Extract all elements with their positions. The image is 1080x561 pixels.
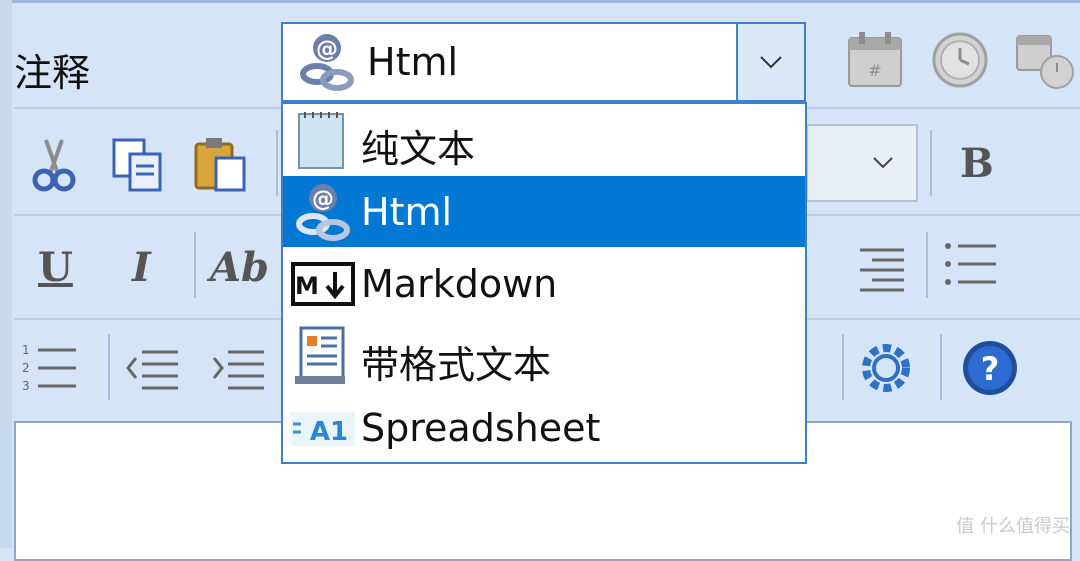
underline-button[interactable]: U — [38, 244, 73, 291]
cut-icon[interactable] — [24, 134, 84, 194]
markdown-icon: M — [291, 262, 355, 306]
gear-icon[interactable] — [856, 338, 916, 398]
bullet-list-icon[interactable] — [940, 234, 1000, 294]
toolbar-separator — [926, 232, 928, 298]
format-option-label: Markdown — [361, 262, 558, 306]
numbered-list-icon[interactable]: 1 2 3 — [20, 338, 80, 398]
font-style-button[interactable]: Ab — [210, 244, 269, 291]
calendar-clock-icon[interactable] — [1015, 30, 1075, 90]
format-select[interactable]: @ Html — [281, 22, 806, 102]
format-option-spreadsheet[interactable]: A1 Spreadsheet — [283, 392, 805, 463]
toolbar-separator — [940, 334, 942, 400]
svg-text:2: 2 — [22, 361, 30, 375]
toolbar-separator — [194, 232, 196, 298]
left-border-strip — [0, 0, 12, 548]
svg-text:A1: A1 — [310, 417, 348, 447]
format-option-label: Spreadsheet — [361, 406, 601, 450]
toolbar-separator — [108, 334, 110, 400]
indent-icon[interactable] — [208, 338, 268, 398]
format-select-dropdown-button[interactable] — [736, 24, 804, 100]
svg-text:@: @ — [316, 37, 338, 62]
format-option-plain-text[interactable]: 纯文本 — [283, 104, 805, 175]
format-option-label: Html — [361, 190, 453, 234]
font-size-select[interactable] — [806, 124, 918, 202]
spreadsheet-a1-icon: A1 — [291, 412, 355, 447]
format-option-html[interactable]: @ Html — [283, 176, 805, 247]
svg-text:1: 1 — [22, 343, 30, 357]
format-option-label: 带格式文本 — [361, 343, 552, 387]
svg-text:3: 3 — [22, 379, 30, 393]
clock-icon[interactable] — [930, 30, 990, 90]
align-right-icon[interactable] — [852, 238, 912, 298]
notepad-icon — [298, 112, 344, 169]
format-option-rich-text[interactable]: 带格式文本 — [283, 320, 805, 391]
svg-text:M: M — [295, 272, 319, 300]
svg-text:@: @ — [312, 187, 334, 212]
format-select-value: Html — [367, 40, 459, 84]
svg-text:#: # — [868, 61, 881, 80]
chevron-down-icon — [760, 56, 782, 69]
toolbar-separator — [930, 130, 932, 196]
help-icon[interactable]: ? — [960, 338, 1020, 398]
bold-button[interactable]: B — [960, 140, 994, 187]
svg-text:?: ? — [981, 350, 1000, 388]
toolbar-separator — [842, 334, 844, 400]
chevron-down-icon — [873, 157, 893, 169]
note-label: 注释 — [14, 51, 91, 95]
toolbar-separator — [276, 130, 278, 196]
watermark: 值 什么值得买 — [956, 516, 1070, 537]
format-option-label: 纯文本 — [361, 127, 476, 171]
format-option-markdown[interactable]: M Markdown — [283, 248, 805, 319]
calendar-icon[interactable]: # — [845, 30, 905, 90]
format-options-list: 纯文本 @ Html M Markdown 带格式文本 A1 Spreadshe… — [281, 102, 807, 464]
italic-button[interactable]: I — [132, 244, 151, 291]
copy-icon[interactable] — [108, 134, 168, 194]
rich-text-document-icon — [295, 326, 345, 384]
top-border-line — [0, 0, 1080, 3]
paste-icon[interactable] — [190, 134, 250, 194]
html-at-link-icon: @ — [300, 34, 354, 91]
outdent-icon[interactable] — [122, 338, 182, 398]
html-at-link-icon: @ — [296, 184, 350, 241]
